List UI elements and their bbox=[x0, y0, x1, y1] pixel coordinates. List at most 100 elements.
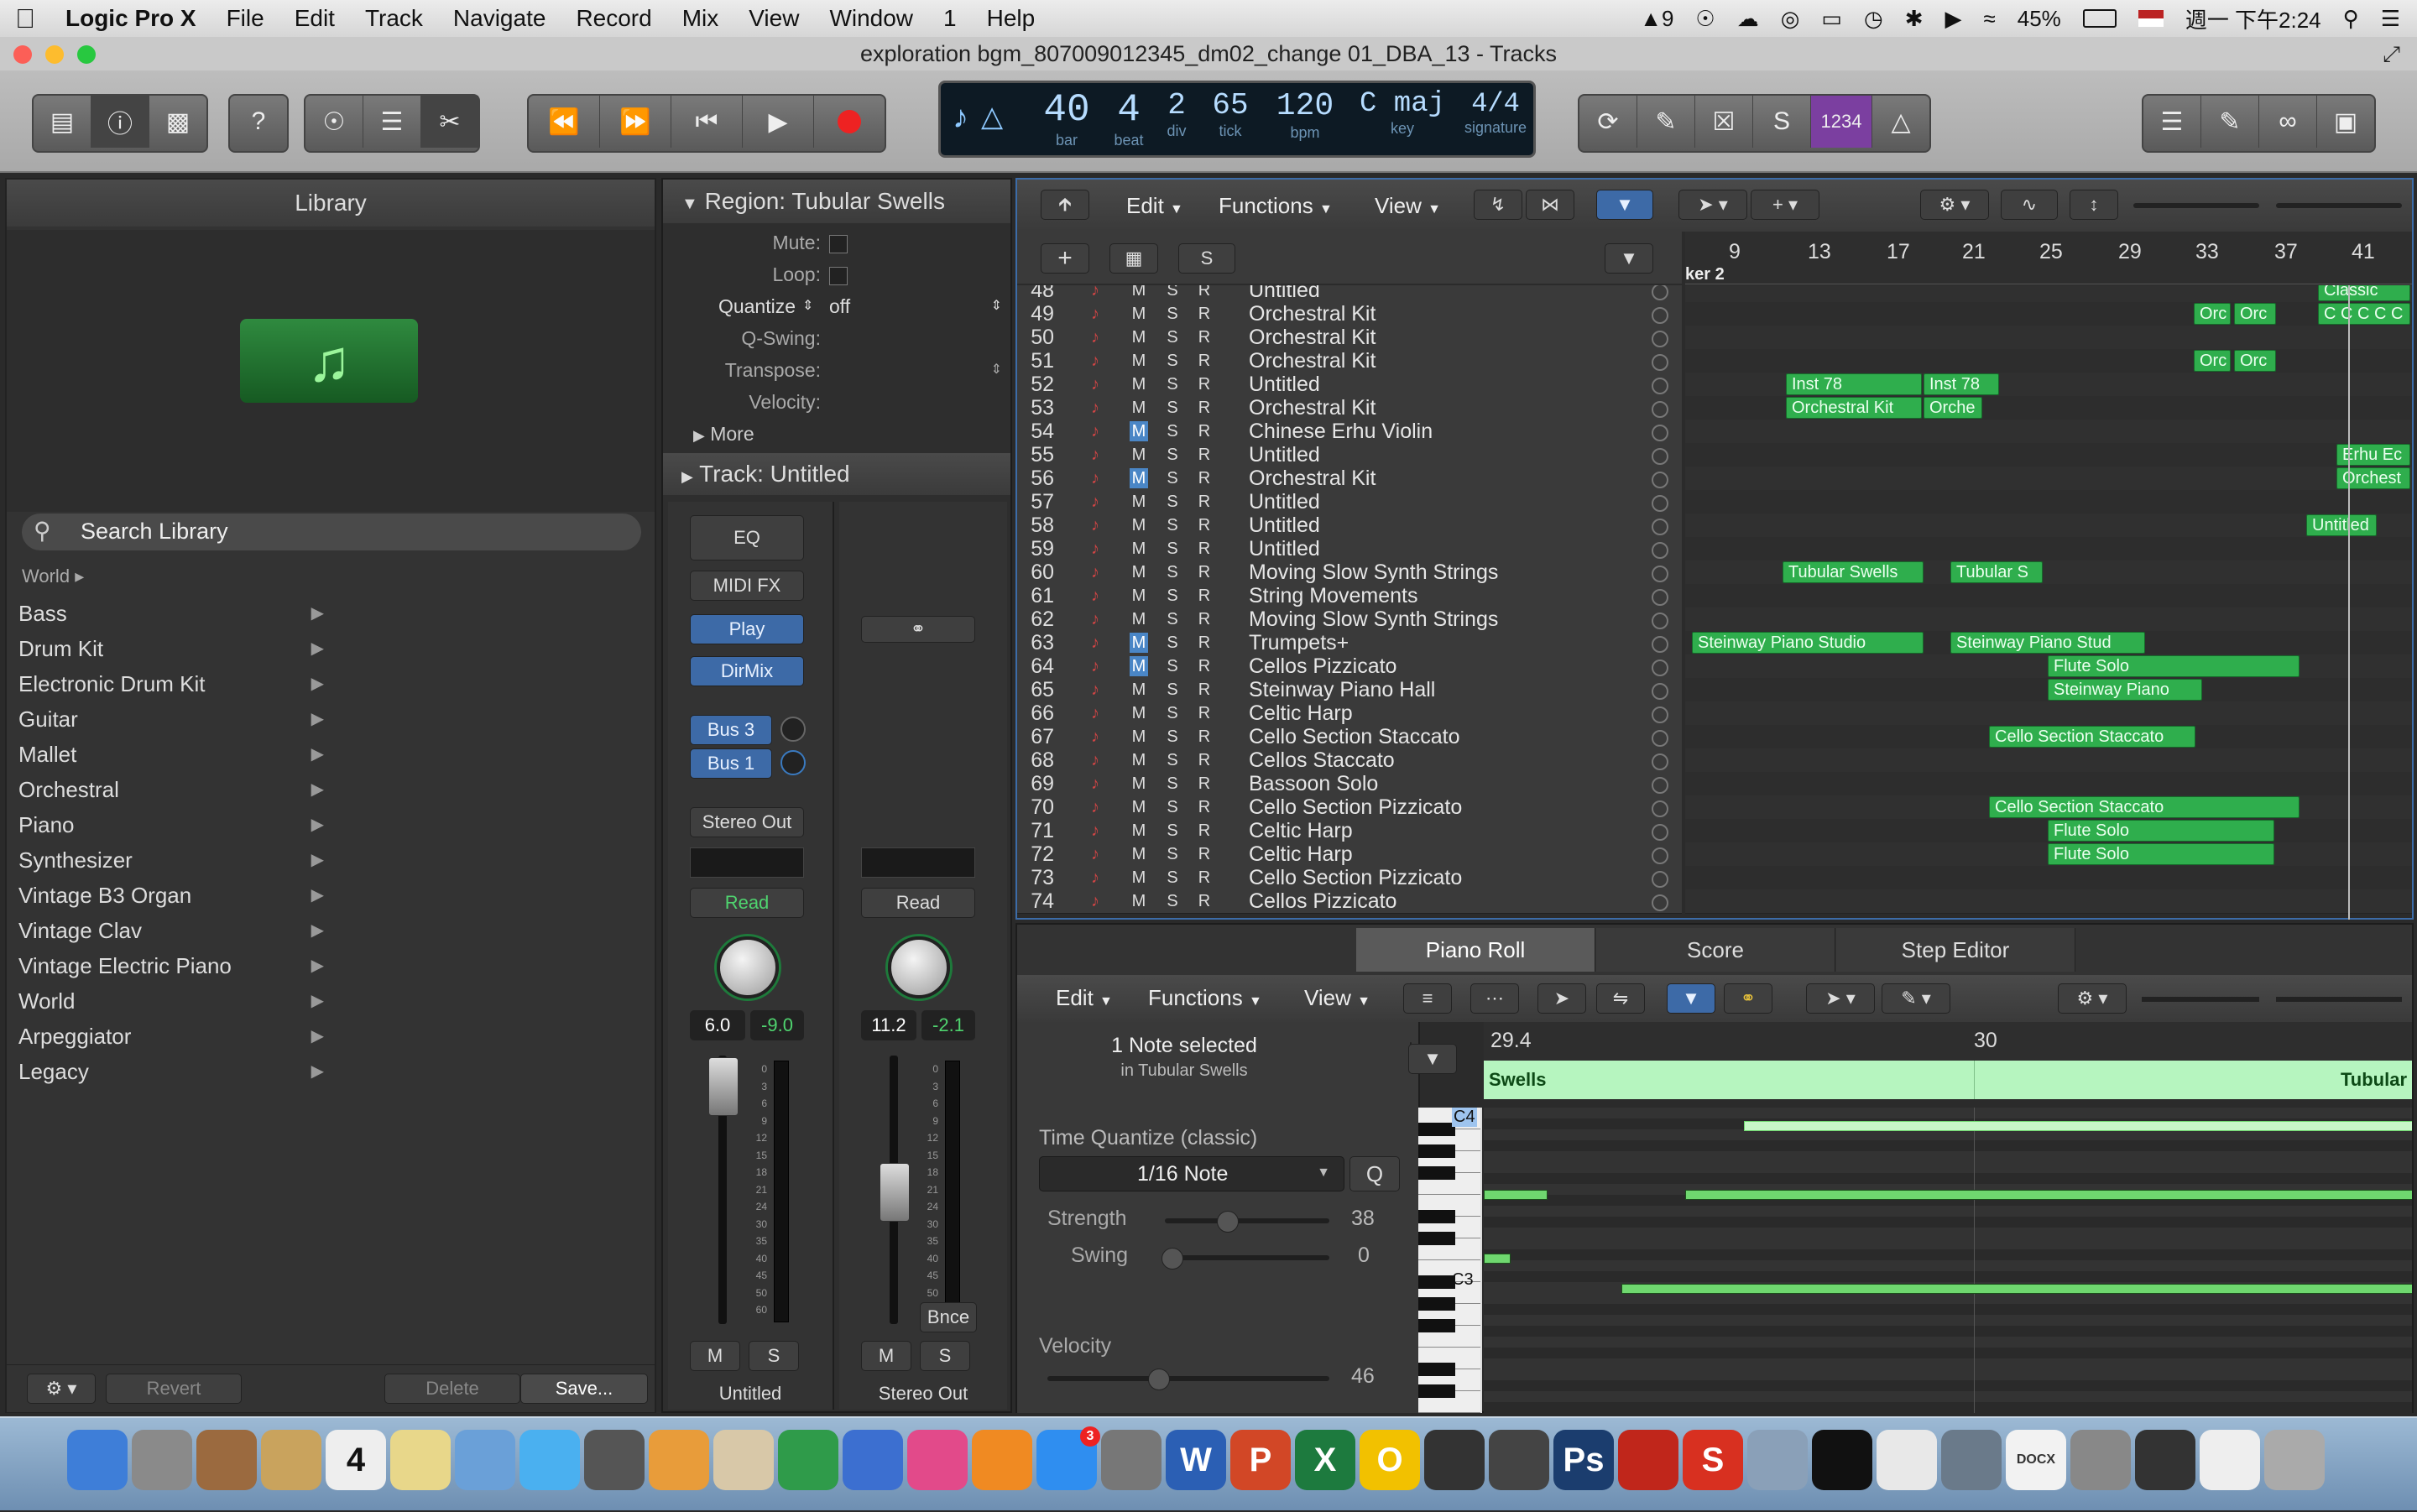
pan-knob[interactable] bbox=[888, 936, 950, 998]
strength-slider[interactable] bbox=[1165, 1211, 1329, 1233]
tab-step-editor[interactable]: Step Editor bbox=[1836, 928, 2075, 972]
outlook-icon[interactable]: O bbox=[1360, 1430, 1420, 1490]
delete-button[interactable]: Delete bbox=[384, 1374, 520, 1404]
bluetooth-icon[interactable]: ✱ bbox=[1905, 6, 1924, 32]
editor-settings-icon[interactable]: ⚙ ▾ bbox=[2058, 983, 2127, 1014]
save-button[interactable]: Save... bbox=[520, 1374, 648, 1404]
solo-mode-icon[interactable]: S bbox=[1753, 96, 1811, 148]
channel-name[interactable]: Stereo Out bbox=[839, 1383, 1007, 1405]
volume-fader-cap[interactable] bbox=[708, 1057, 739, 1116]
velocity-slider-knob[interactable] bbox=[1148, 1369, 1170, 1390]
disk-utility-icon[interactable] bbox=[1941, 1430, 2002, 1490]
library-button-icon[interactable]: ▤ bbox=[34, 96, 91, 148]
send-knob-bus3[interactable] bbox=[780, 717, 806, 742]
quick-help-icon[interactable]: ? bbox=[230, 96, 287, 148]
piano-black-key[interactable] bbox=[1418, 1232, 1455, 1245]
list-editors-icon[interactable]: ☰ bbox=[2143, 96, 2201, 148]
collapse-icon[interactable]: ⋯ bbox=[1470, 983, 1519, 1014]
region[interactable]: Cello Section Staccato bbox=[1989, 726, 2195, 748]
eq-button[interactable]: EQ bbox=[690, 515, 804, 560]
horizontal-zoom-slider[interactable] bbox=[2276, 203, 2402, 208]
menu-1[interactable]: 1 bbox=[928, 5, 972, 32]
tracks-ruler[interactable]: 9 13 17 21 25 29 33 37 41 ker 2 bbox=[1685, 232, 2412, 284]
input-source-icon[interactable]: ▲9 bbox=[1640, 6, 1673, 32]
inspector-button-icon[interactable]: ⓘ bbox=[91, 96, 149, 148]
group-slot[interactable] bbox=[690, 847, 804, 878]
lasso-icon[interactable] bbox=[1812, 1430, 1872, 1490]
fullscreen-icon[interactable]: ⤢ bbox=[2383, 37, 2400, 70]
vertical-zoom-slider[interactable] bbox=[2133, 203, 2259, 208]
volume-fader-cap[interactable] bbox=[880, 1163, 910, 1222]
apple-icon[interactable]:  bbox=[0, 3, 50, 34]
library-item-world[interactable]: World ▶ bbox=[7, 983, 337, 1019]
midi-draw-icon[interactable]: ≡ bbox=[1403, 983, 1452, 1014]
velocity-row[interactable]: Velocity: bbox=[663, 386, 1010, 418]
editors-scissors-icon[interactable]: ✂ bbox=[421, 96, 478, 148]
piano-black-key[interactable] bbox=[1418, 1275, 1455, 1289]
instrument-slot-play[interactable]: Play bbox=[690, 614, 804, 644]
audio-fx-dirmix[interactable]: DirMix bbox=[690, 656, 804, 686]
snap-settings-icon[interactable]: ⚙ ▾ bbox=[1920, 190, 1989, 220]
quantize-popup[interactable]: 1/16 Note ▼ bbox=[1039, 1156, 1344, 1191]
library-item-arpeggiator[interactable]: Arpeggiator ▶ bbox=[7, 1019, 337, 1054]
piano-black-key[interactable] bbox=[1418, 1166, 1455, 1180]
waveform-zoom-icon[interactable]: ∿ bbox=[2001, 190, 2058, 220]
library-item-drum-kit[interactable]: Drum Kit ▶ bbox=[7, 631, 337, 666]
tab-piano-roll[interactable]: Piano Roll bbox=[1356, 928, 1595, 972]
notes-icon[interactable] bbox=[390, 1430, 451, 1490]
photoshop-icon[interactable]: Ps bbox=[1553, 1430, 1614, 1490]
mail-bird-icon[interactable] bbox=[196, 1430, 257, 1490]
piano-black-key[interactable] bbox=[1418, 1144, 1455, 1158]
count-in-button[interactable]: 1234 bbox=[1811, 96, 1872, 148]
show-global-tracks-icon[interactable]: ▼ bbox=[1605, 243, 1653, 274]
pencil-tool-icon[interactable]: ✎ ▾ bbox=[1882, 983, 1950, 1014]
cycle-icon[interactable]: ⟳ bbox=[1579, 96, 1637, 148]
menu-help[interactable]: Help bbox=[972, 5, 1051, 32]
region[interactable]: Orche bbox=[1924, 397, 1982, 419]
piano-black-key[interactable] bbox=[1418, 1363, 1455, 1376]
velocity-slider[interactable] bbox=[1047, 1369, 1329, 1390]
close-window-button[interactable] bbox=[13, 45, 32, 64]
region[interactable]: Steinway Piano Stud bbox=[1950, 632, 2145, 654]
library-item-mallet[interactable]: Mallet ▶ bbox=[7, 737, 337, 772]
library-item-legacy[interactable]: Legacy ▶ bbox=[7, 1054, 337, 1089]
bounce-button[interactable]: Bnce bbox=[920, 1302, 977, 1332]
level-value[interactable]: -9.0 bbox=[750, 1010, 804, 1040]
menu-view[interactable]: View bbox=[733, 5, 814, 32]
target-icon[interactable]: ◎ bbox=[1781, 6, 1800, 32]
editor-hzoom-slider[interactable] bbox=[2276, 997, 2402, 1002]
region[interactable]: Inst 78 bbox=[1924, 373, 1999, 395]
midi-fx-slot[interactable]: MIDI FX bbox=[690, 571, 804, 601]
menu-file[interactable]: File bbox=[211, 5, 279, 32]
mute-button[interactable]: M bbox=[861, 1341, 911, 1371]
library-settings-icon[interactable]: ⚙ ▾ bbox=[27, 1374, 96, 1404]
go-to-beginning-icon[interactable]: ⏮ bbox=[671, 96, 743, 148]
flag-icon[interactable] bbox=[2138, 10, 2164, 27]
library-item-piano[interactable]: Piano ▶ bbox=[7, 807, 337, 842]
region[interactable]: Inst 78 bbox=[1786, 373, 1922, 395]
quantize-row[interactable]: Quantize ⇕ off ⇕ bbox=[663, 290, 1010, 322]
piano-roll-ruler[interactable]: 29.4 30 bbox=[1484, 1022, 2412, 1061]
collapse-inspector-icon[interactable]: ▼ bbox=[1408, 1044, 1457, 1074]
image-capture-icon[interactable] bbox=[1747, 1430, 1808, 1490]
clipboard-icon[interactable] bbox=[2200, 1430, 2260, 1490]
region[interactable]: Orc bbox=[2234, 350, 2276, 372]
search-library[interactable]: ⚲ Search Library bbox=[22, 514, 641, 550]
pan-value[interactable]: 6.0 bbox=[690, 1010, 745, 1040]
automation-icon[interactable]: ↯ bbox=[1474, 190, 1522, 220]
region-inspector-header[interactable]: ▼ Region: Tubular Swells bbox=[663, 180, 1010, 223]
tracks-view-menu[interactable]: View ▼ bbox=[1375, 193, 1441, 219]
region[interactable]: Classic bbox=[2318, 285, 2410, 301]
fast-forward-icon[interactable]: ⏩ bbox=[600, 96, 671, 148]
region[interactable]: Steinway Piano bbox=[2048, 679, 2202, 701]
library-item-orchestral[interactable]: Orchestral ▶ bbox=[7, 772, 337, 807]
group-slot[interactable] bbox=[861, 847, 975, 878]
loop-browser-icon[interactable]: ∞ bbox=[2259, 96, 2317, 148]
pointer-tool-icon[interactable]: ➤ ▾ bbox=[1806, 983, 1875, 1014]
midi-note[interactable] bbox=[1484, 1190, 1548, 1200]
zoom-window-button[interactable] bbox=[77, 45, 96, 64]
pan-knob[interactable] bbox=[717, 936, 779, 998]
solo-button[interactable]: S bbox=[920, 1341, 970, 1371]
marquee-tool-icon[interactable]: + ▾ bbox=[1751, 190, 1819, 220]
tracks-edit-menu[interactable]: Edit ▼ bbox=[1126, 193, 1183, 219]
